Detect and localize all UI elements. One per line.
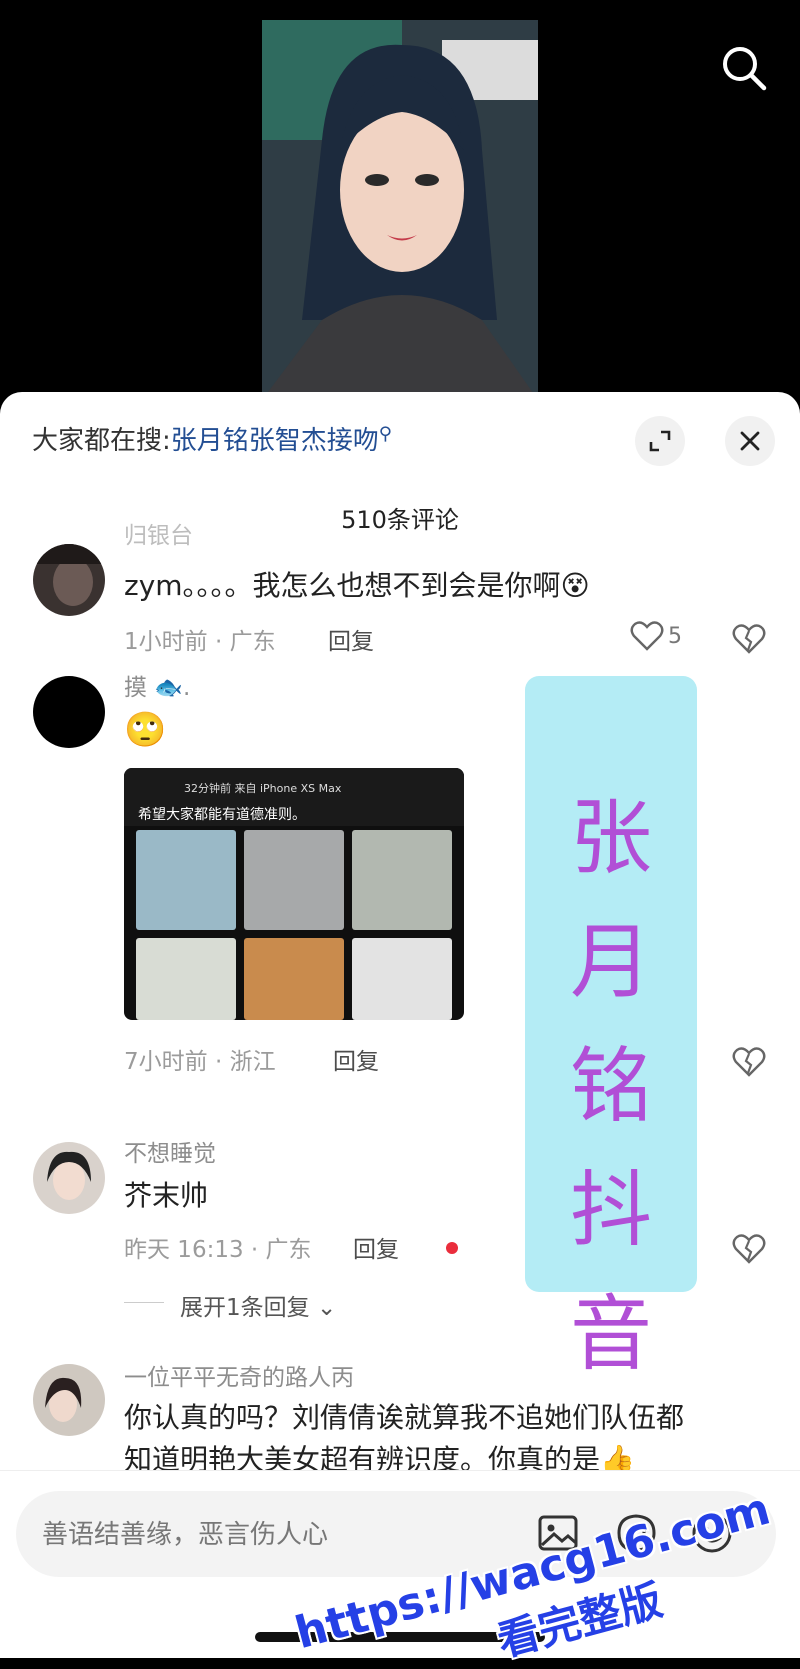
comment-image[interactable]: 32分钟前 来自 iPhone XS Max 希望大家都能有道德准则。 [124, 768, 464, 1020]
notification-dot [446, 1242, 458, 1254]
dislike-icon[interactable] [732, 1232, 766, 1266]
dislike-icon[interactable] [732, 622, 766, 656]
eye-roll-emoji: 🙄 [124, 710, 167, 750]
comment-count: 510条评论 [341, 506, 459, 534]
comment-time: 7小时前 · 浙江 [124, 1049, 276, 1075]
heart-icon [630, 621, 664, 651]
comment-username[interactable]: 不想睡觉 [124, 1134, 216, 1168]
comment-text: zym。。。。我怎么也想不到会是你啊😵 [124, 564, 590, 604]
avatar[interactable] [33, 1364, 105, 1436]
reply-button[interactable]: 回复 [333, 1042, 379, 1076]
divider [124, 1302, 164, 1303]
banner-text: 张 月 铭 抖 音 [569, 791, 652, 1382]
small-search-icon: ⚲ [378, 423, 392, 445]
image-caption: 希望大家都能有道德准则。 [138, 807, 306, 823]
comment-sheet: 大家都在搜:张月铭张智杰接吻⚲ 510条评论 归银台 zym。。。。我怎么也想不… [0, 392, 800, 1657]
chevron-down-icon: ⌄ [309, 1295, 337, 1321]
comment-username[interactable]: 一位平平无奇的路人丙 [124, 1358, 354, 1392]
video-frame [262, 20, 538, 400]
comment-time: 1小时前 · 广东 [124, 629, 276, 655]
input-placeholder: 善语结善缘，恶言伤人心 [42, 1520, 329, 1550]
reply-button[interactable]: 回复 [328, 622, 374, 656]
hot-search-keyword[interactable]: 张月铭张智杰接吻 [171, 426, 379, 456]
hot-search[interactable]: 大家都在搜:张月铭张智杰接吻⚲ [32, 420, 392, 457]
dislike-icon[interactable] [732, 1045, 766, 1079]
avatar[interactable] [33, 544, 105, 616]
dizzy-emoji: 😵 [560, 569, 590, 602]
comment-text: 芥末帅 [124, 1179, 209, 1212]
comment-username[interactable]: 摸 🐟. [124, 668, 190, 702]
like-count: 5 [668, 623, 682, 649]
expand-replies-button[interactable]: 展开1条回复 ⌄ [180, 1288, 336, 1322]
video-player[interactable] [0, 0, 800, 400]
fish-emoji: 🐟 [154, 675, 183, 701]
fullscreen-button[interactable] [635, 416, 685, 466]
expand-icon [649, 430, 671, 452]
search-icon [723, 47, 767, 91]
comment-username[interactable]: 归银台 [124, 516, 193, 550]
close-button[interactable] [725, 416, 775, 466]
avatar[interactable] [33, 1142, 105, 1214]
search-button[interactable] [716, 40, 772, 96]
person-illustration [262, 20, 538, 400]
avatar[interactable] [33, 676, 105, 748]
comment-time: 昨天 16:13 · 广东 [124, 1237, 312, 1263]
like-button[interactable]: 5 [630, 620, 682, 652]
hot-search-prefix: 大家都在搜: [32, 426, 171, 456]
comment-text-content: zym。。。。我怎么也想不到会是你啊 [124, 569, 561, 602]
close-icon [740, 431, 760, 451]
image-timestamp: 32分钟前 来自 iPhone XS Max [184, 782, 342, 795]
reply-button[interactable]: 回复 [353, 1230, 399, 1264]
comment-text: 你认真的吗？刘倩倩诶就算我不追她们队伍都 [124, 1401, 685, 1434]
